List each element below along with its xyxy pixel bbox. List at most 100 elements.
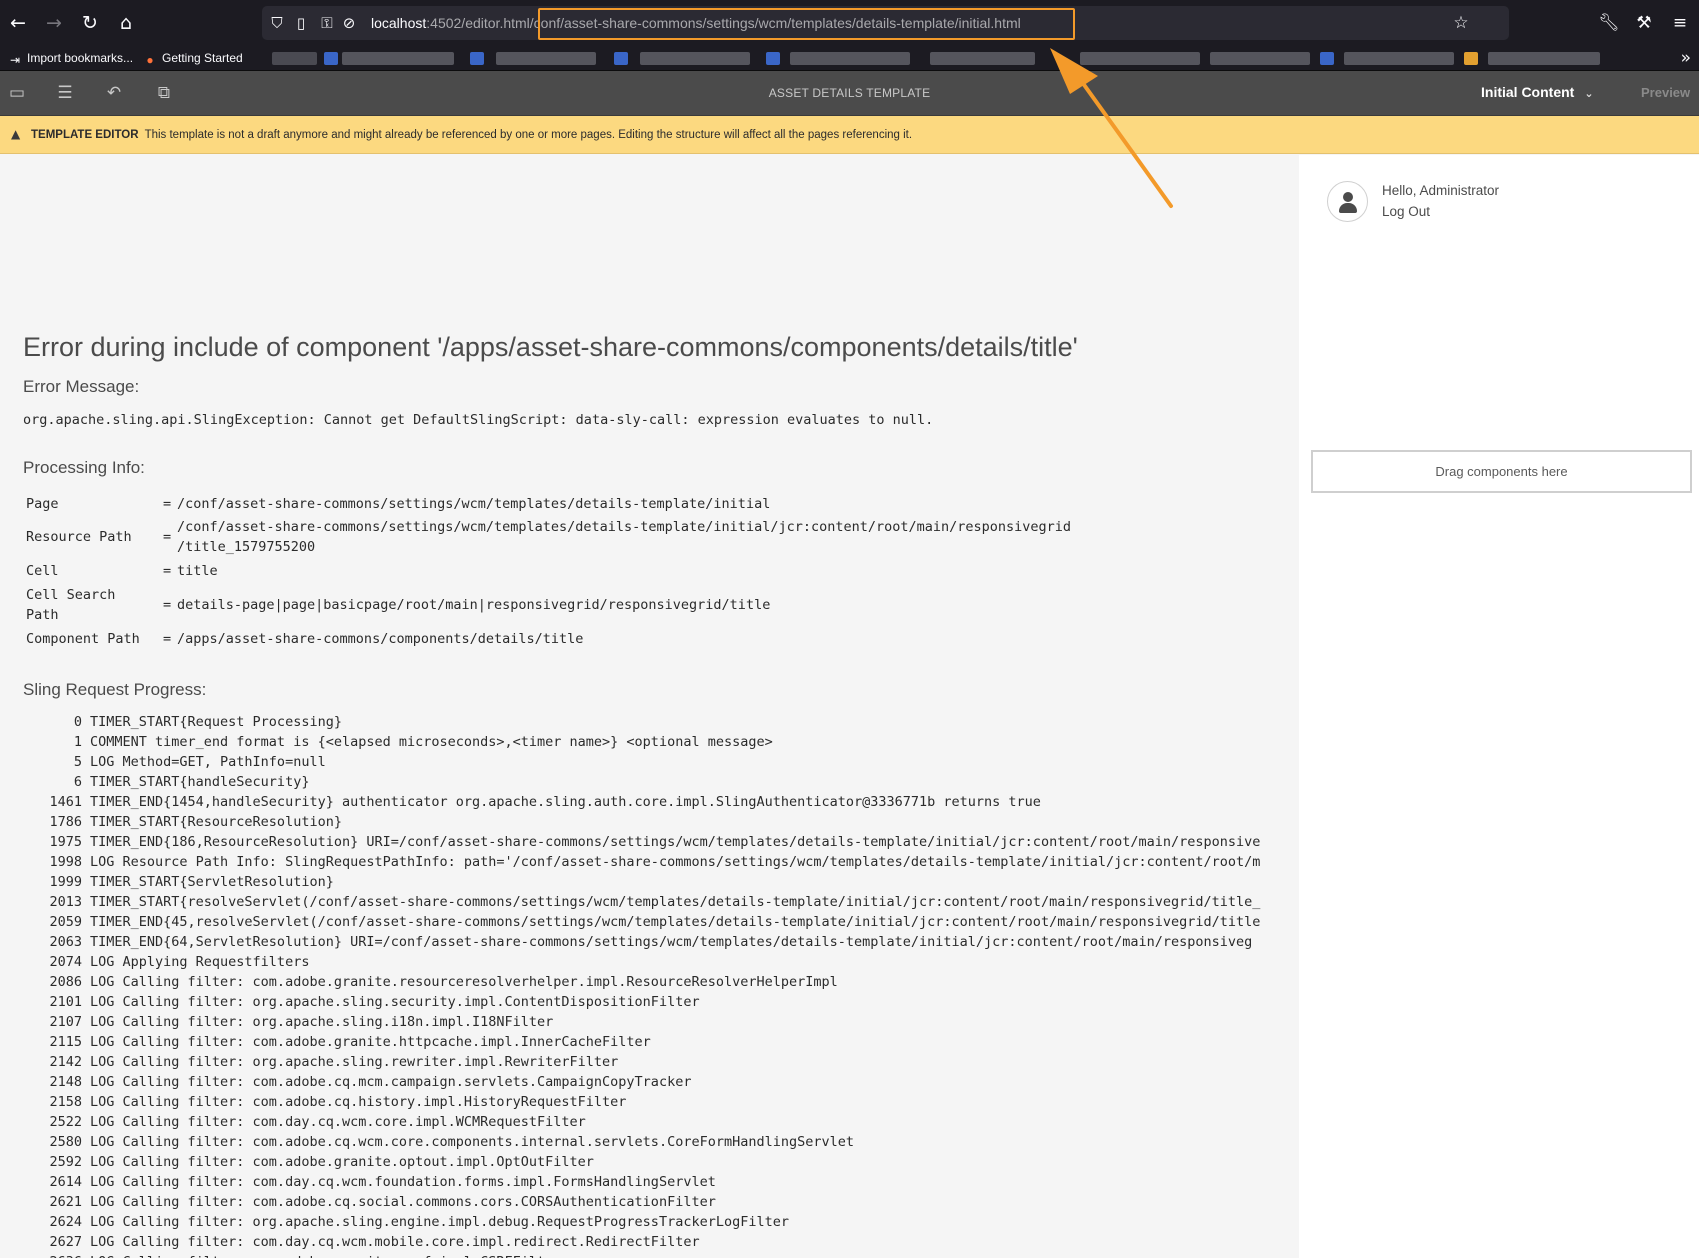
progress-line: 5 LOG Method=GET, PathInfo=null — [0, 752, 1299, 772]
progress-timestamp: 1786 — [49, 814, 82, 830]
side-panel: Hello, Administrator Log Out Drag compon… — [1299, 155, 1699, 1258]
progress-timestamp: 2627 — [49, 1234, 82, 1250]
page-canvas: Error during include of component '/apps… — [0, 155, 1299, 1258]
bookmark-getting-started[interactable]: ● Getting Started — [143, 50, 242, 67]
bookmark-blurred[interactable] — [1210, 52, 1310, 65]
page-icon[interactable]: ▯ — [291, 13, 311, 33]
info-value-component-path: /apps/asset-share-commons/components/det… — [177, 631, 584, 647]
extensions-icon[interactable]: ⚒ — [1632, 11, 1656, 35]
progress-timestamp: 1998 — [49, 854, 82, 870]
progress-timestamp: 2522 — [49, 1114, 82, 1130]
progress-message: TIMER_START{handleSecurity} — [90, 774, 310, 790]
progress-timestamp: 2621 — [49, 1194, 82, 1210]
progress-timestamp: 1 — [73, 734, 82, 750]
progress-timestamp: 6 — [73, 774, 82, 790]
info-label-cell-search: Cell Search — [26, 587, 116, 603]
progress-line: 2101 LOG Calling filter: org.apache.sling… — [0, 992, 1299, 1012]
drag-components-dropzone[interactable]: Drag components here — [1311, 450, 1692, 493]
progress-message: LOG Applying Requestfilters — [90, 954, 310, 970]
progress-message: LOG Calling filter: com.day.cq.wcm.mobil… — [90, 1234, 700, 1250]
logout-link[interactable]: Log Out — [1382, 204, 1430, 219]
user-icon — [1343, 192, 1353, 202]
progress-message: TIMER_START{ServletResolution} — [90, 874, 334, 890]
home-icon[interactable]: ⌂ — [114, 11, 138, 35]
progress-message: LOG Calling filter: com.adobe.granite.re… — [90, 974, 838, 990]
progress-message: LOG Resource Path Info: SlingRequestPath… — [90, 854, 1261, 870]
progress-line: 2580 LOG Calling filter: com.adobe.cq.wcm… — [0, 1132, 1299, 1152]
bookmark-blurred[interactable] — [790, 52, 910, 65]
progress-timestamp: 2086 — [49, 974, 82, 990]
progress-line: 6 TIMER_START{handleSecurity} — [0, 772, 1299, 792]
progress-timestamp: 5 — [73, 754, 82, 770]
progress-timestamp: 1999 — [49, 874, 82, 890]
info-value-resource-path: /conf/asset-share-commons/settings/wcm/t… — [177, 519, 1072, 535]
mode-selector[interactable]: Initial Content ⌄ — [1481, 84, 1594, 100]
warning-icon: ▲ — [11, 127, 21, 141]
progress-line: 2086 LOG Calling filter: com.adobe.granit… — [0, 972, 1299, 992]
info-value-cell: title — [177, 563, 218, 579]
info-equals: = — [163, 631, 172, 647]
progress-timestamp: 2013 — [49, 894, 82, 910]
chevron-down-icon: ⌄ — [1584, 87, 1594, 100]
progress-line: 2059 TIMER_END{45,resolveServlet(/conf/as… — [0, 912, 1299, 932]
bookmark-blurred[interactable] — [272, 52, 317, 65]
progress-timestamp: 2115 — [49, 1034, 82, 1050]
template-editor-alert: ▲ TEMPLATE EDITOR This template is not a… — [0, 116, 1699, 154]
tracking-blocked-icon[interactable]: ⊘ — [339, 13, 359, 33]
template-title: ASSET DETAILS TEMPLATE — [768, 86, 931, 100]
more-bookmarks-icon[interactable]: » — [1681, 48, 1691, 68]
sling-progress-list: 0 TIMER_START{Request Processing} 1 COMMENT… — [0, 712, 1299, 1258]
permissions-icon[interactable]: ⚿ — [317, 13, 337, 33]
info-value-resource-path-cont: /title_1579755200 — [177, 539, 316, 555]
back-icon[interactable]: ← — [6, 11, 30, 35]
progress-line: 2107 LOG Calling filter: org.apache.sling… — [0, 1012, 1299, 1032]
wrench-icon[interactable]: 🔧︎ — [1597, 11, 1621, 35]
bookmark-blurred[interactable] — [1080, 52, 1200, 65]
progress-line: 1 COMMENT timer_end format is {<elapsed m… — [0, 732, 1299, 752]
bookmark-blurred-icon — [1464, 52, 1478, 65]
progress-message: LOG Calling filter: com.adobe.cq.history… — [90, 1094, 627, 1110]
progress-message: TIMER_END{186,ResourceResolution} URI=/c… — [90, 834, 1261, 850]
preview-button[interactable]: Preview — [1641, 85, 1690, 100]
sling-progress-heading: Sling Request Progress: — [23, 680, 207, 699]
progress-timestamp: 2059 — [49, 914, 82, 930]
alert-text: TEMPLATE EDITOR This template is not a d… — [31, 129, 912, 141]
progress-line: 2158 LOG Calling filter: com.adobe.cq.his… — [0, 1092, 1299, 1112]
bookmark-blurred[interactable] — [496, 52, 596, 65]
shield-icon[interactable]: ⛉ — [267, 13, 287, 33]
progress-message: LOG Calling filter: com.adobe.cq.mcm.cam… — [90, 1074, 692, 1090]
info-value-page: /conf/asset-share-commons/settings/wcm/t… — [177, 496, 771, 512]
bookmark-blurred[interactable] — [930, 52, 1035, 65]
progress-timestamp: 2614 — [49, 1174, 82, 1190]
progress-message: TIMER_END{1454,handleSecurity} authentic… — [90, 794, 1041, 810]
info-equals: = — [163, 496, 172, 512]
url-path: :4502/editor.html — [426, 15, 530, 31]
progress-line: 2627 LOG Calling filter: com.day.cq.wcm.m… — [0, 1232, 1299, 1252]
user-icon-body — [1339, 203, 1357, 213]
progress-message: TIMER_END{64,ServletResolution} URI=/con… — [90, 934, 1253, 950]
forward-icon[interactable]: → — [42, 11, 66, 35]
reload-icon[interactable]: ↻ — [78, 11, 102, 35]
progress-message: LOG Calling filter: com.adobe.granite.ht… — [90, 1034, 651, 1050]
progress-timestamp: 2592 — [49, 1154, 82, 1170]
progress-message: TIMER_END{45,resolveServlet(/conf/asset-… — [90, 914, 1261, 930]
bookmark-blurred[interactable] — [1488, 52, 1600, 65]
progress-line: 2621 LOG Calling filter: com.adobe.cq.soc… — [0, 1192, 1299, 1212]
error-title: Error during include of component '/apps… — [23, 332, 1078, 362]
bookmark-star-icon[interactable]: ☆ — [1451, 13, 1471, 33]
avatar[interactable] — [1327, 181, 1368, 222]
progress-message: LOG Calling filter: com.adobe.granite.cs… — [90, 1252, 561, 1258]
menu-icon[interactable]: ≡ — [1668, 11, 1692, 35]
info-label-cell-search-cont: Path — [26, 607, 59, 623]
url-text[interactable]: localhost:4502/editor.html/conf/asset-sh… — [371, 15, 1021, 31]
bookmark-blurred[interactable] — [1344, 52, 1454, 65]
url-highlighted-path: /conf/asset-share-commons/settings/wcm/t… — [529, 15, 1021, 31]
bookmark-blurred-icon — [766, 52, 780, 65]
progress-line: 2624 LOG Calling filter: org.apache.sling… — [0, 1212, 1299, 1232]
progress-line: 2522 LOG Calling filter: com.day.cq.wcm.c… — [0, 1112, 1299, 1132]
bookmark-import[interactable]: ⇥ Import bookmarks... — [8, 50, 133, 67]
bookmark-blurred[interactable] — [342, 52, 454, 65]
bookmark-blurred[interactable] — [640, 52, 750, 65]
progress-message: LOG Calling filter: com.adobe.cq.wcm.cor… — [90, 1134, 855, 1150]
address-bar[interactable]: ⛉ ▯ ⚿ ⊘ localhost:4502/editor.html/conf/… — [262, 6, 1509, 40]
